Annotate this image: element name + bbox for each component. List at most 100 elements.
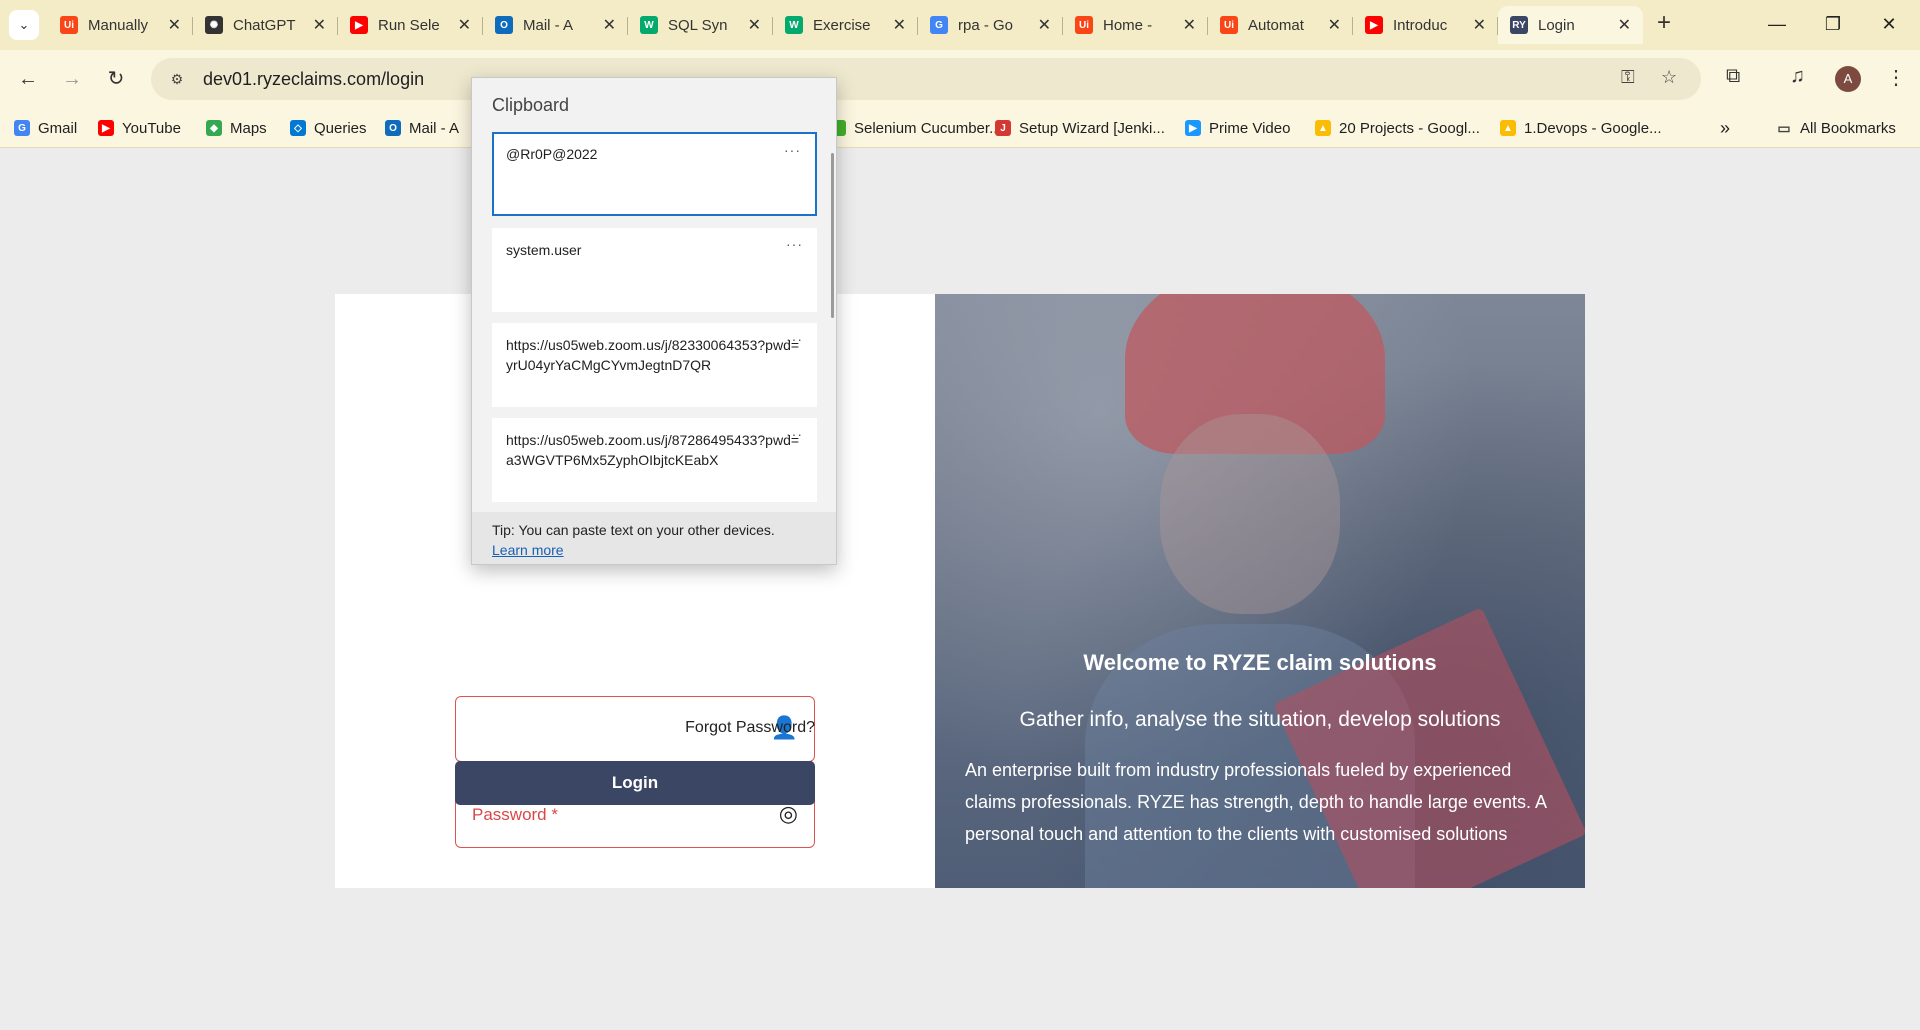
back-button[interactable]: ← xyxy=(12,63,44,95)
clipboard-item[interactable]: system.user ··· xyxy=(492,228,817,312)
bookmark-item[interactable]: G Gmail xyxy=(14,118,77,138)
arrow-right-icon: → xyxy=(62,68,82,90)
close-icon[interactable]: ✕ xyxy=(603,15,616,35)
google-icon: G xyxy=(930,16,948,34)
youtube-icon: ▶ xyxy=(98,120,114,136)
new-tab-button[interactable]: + xyxy=(1650,10,1678,38)
learn-more-link[interactable]: Learn more xyxy=(492,542,564,558)
tab-title: rpa - Go xyxy=(958,16,1014,34)
jenkins-icon: J xyxy=(995,120,1011,136)
tab-chatgpt[interactable]: ✺ ChatGPT ✕ xyxy=(193,6,338,44)
youtube-icon: ▶ xyxy=(1365,16,1383,34)
clipboard-item[interactable]: https://us05web.zoom.us/j/82330064353?pw… xyxy=(492,323,817,407)
login-button[interactable]: Login xyxy=(455,761,815,805)
google-drive-icon: ▲ xyxy=(1315,120,1331,136)
tab-run-sele[interactable]: ▶ Run Sele ✕ xyxy=(338,6,483,44)
minimize-button[interactable]: — xyxy=(1754,8,1800,40)
bookmark-label: Prime Video xyxy=(1209,119,1291,137)
uipath-icon: Ui xyxy=(1220,16,1238,34)
more-options-icon[interactable]: ··· xyxy=(786,234,803,254)
close-icon[interactable]: ✕ xyxy=(1328,15,1341,35)
clipboard-item-text: system.user xyxy=(506,242,582,258)
address-bar[interactable]: ⚙ dev01.ryzeclaims.com/login ⚿ ☆ xyxy=(151,58,1701,100)
forgot-password-link[interactable]: Forgot Password? xyxy=(685,719,815,737)
bookmarks-bar: » ▭ All Bookmarks G Gmail ▶ YouTube ◆ Maps ◇ Que… xyxy=(0,108,1920,148)
forward-button[interactable]: → xyxy=(56,63,88,95)
uipath-icon: Ui xyxy=(60,16,78,34)
browser-toolbar: ← → ↻ ⚙ dev01.ryzeclaims.com/login ⚿ ☆ ⧉… xyxy=(0,50,1920,108)
url-text[interactable]: dev01.ryzeclaims.com/login xyxy=(203,69,424,90)
close-icon[interactable]: ✕ xyxy=(893,15,906,35)
all-bookmarks[interactable]: ▭ All Bookmarks xyxy=(1776,118,1895,138)
clipboard-title: Clipboard xyxy=(492,95,570,115)
clipboard-tip-text: Tip: You can paste text on your other de… xyxy=(492,522,775,538)
bookmark-label: Mail - A xyxy=(409,119,460,137)
tab-home[interactable]: Ui Home - ✕ xyxy=(1063,6,1208,44)
bookmark-item[interactable]: ▲ 20 Projects - Googl... xyxy=(1315,118,1480,138)
clipboard-scrollbar[interactable] xyxy=(831,153,834,318)
google-icon: G xyxy=(14,120,30,136)
more-options-icon[interactable]: ··· xyxy=(786,329,803,349)
reload-button[interactable]: ↻ xyxy=(100,63,132,95)
close-icon: ✕ xyxy=(1881,14,1897,34)
close-icon[interactable]: ✕ xyxy=(1618,15,1631,35)
tab-title: Automat xyxy=(1248,16,1304,34)
tab-rpa-go[interactable]: Grpa - Go ✕ xyxy=(918,6,1063,44)
close-icon[interactable]: ✕ xyxy=(313,15,326,35)
bookmark-label: 1.Devops - Google... xyxy=(1524,119,1662,137)
clipboard-flyout: Clipboard @Rr0P@2022 ··· system.user ···… xyxy=(471,77,837,565)
tab-manually[interactable]: Ui Manually ✕ xyxy=(48,6,193,44)
more-bookmarks-icon[interactable]: » xyxy=(1720,118,1730,138)
bookmark-star-icon[interactable]: ☆ xyxy=(1661,67,1677,88)
clipboard-item[interactable]: https://us05web.zoom.us/j/87286495433?pw… xyxy=(492,418,817,502)
tab-title: Introduc xyxy=(1393,16,1448,34)
close-icon[interactable]: ✕ xyxy=(1183,15,1196,35)
restore-button[interactable]: ❐ xyxy=(1810,8,1856,40)
tab-exercise[interactable]: W Exercise ✕ xyxy=(773,6,918,44)
close-icon[interactable]: ✕ xyxy=(458,15,471,35)
plus-icon: + xyxy=(1656,9,1671,36)
media-control-icon[interactable]: ♫ xyxy=(1790,65,1805,88)
tab-title: ChatGPT xyxy=(233,16,296,34)
bookmark-item[interactable]: ▶ YouTube xyxy=(98,118,181,138)
clipboard-item[interactable]: @Rr0P@2022 ··· xyxy=(492,132,817,216)
bookmark-item[interactable]: ◇ Queries xyxy=(290,118,367,138)
close-icon[interactable]: ✕ xyxy=(748,15,761,35)
hero-face-image xyxy=(1160,414,1340,614)
chevron-down-icon: ⌄ xyxy=(18,17,30,32)
more-options-icon[interactable]: ··· xyxy=(786,424,803,444)
bookmark-label: YouTube xyxy=(122,119,181,137)
tab-sql-syn[interactable]: W SQL Syn ✕ xyxy=(628,6,773,44)
tab-title: Home - xyxy=(1103,16,1153,34)
tab-search-button[interactable]: ⌄ xyxy=(9,10,39,40)
extensions-icon[interactable]: ⧉ xyxy=(1726,65,1740,88)
bookmark-item[interactable]: J Setup Wizard [Jenki... xyxy=(995,118,1165,138)
uipath-icon: Ui xyxy=(1075,16,1093,34)
bookmark-label: Gmail xyxy=(38,119,78,137)
close-window-button[interactable]: ✕ xyxy=(1866,8,1912,40)
bookmark-item[interactable]: ▶ Prime Video xyxy=(1185,118,1290,138)
site-info-icon[interactable]: ⚙ xyxy=(157,71,197,88)
bookmark-item[interactable]: ◆ Maps xyxy=(206,118,267,138)
password-key-icon[interactable]: ⚿ xyxy=(1621,67,1635,88)
minimize-icon: — xyxy=(1768,14,1786,34)
tab-introduc[interactable]: ▶ Introduc ✕ xyxy=(1353,6,1498,44)
close-icon[interactable]: ✕ xyxy=(1038,15,1051,35)
close-icon[interactable]: ✕ xyxy=(1473,15,1486,35)
bookmark-label: Selenium Cucumber... xyxy=(854,119,1002,137)
azure-devops-icon: ◇ xyxy=(290,120,306,136)
close-icon[interactable]: ✕ xyxy=(168,15,181,35)
clipboard-tip: Tip: You can paste text on your other de… xyxy=(472,512,836,564)
bookmark-item[interactable]: ▲ 1.Devops - Google... xyxy=(1500,118,1662,138)
menu-kebab-icon[interactable]: ⋮ xyxy=(1886,65,1906,90)
more-options-icon[interactable]: ··· xyxy=(784,140,801,160)
google-drive-icon: ▲ xyxy=(1500,120,1516,136)
bookmark-item[interactable]: Selenium Cucumber... xyxy=(830,118,1002,138)
tab-login[interactable]: RY Login ✕ xyxy=(1498,6,1643,44)
profile-avatar[interactable]: A xyxy=(1835,66,1861,92)
bookmark-item[interactable]: O Mail - A xyxy=(385,118,459,138)
tab-automat[interactable]: Ui Automat ✕ xyxy=(1208,6,1353,44)
hero-title: Welcome to RYZE claim solutions xyxy=(1083,650,1437,675)
tab-mail-a[interactable]: O Mail - A ✕ xyxy=(483,6,628,44)
tab-strip: ⌄ Ui Manually ✕ ✺ ChatGPT ✕ ▶ Run Sele ✕ O Mail - … xyxy=(0,0,1920,50)
